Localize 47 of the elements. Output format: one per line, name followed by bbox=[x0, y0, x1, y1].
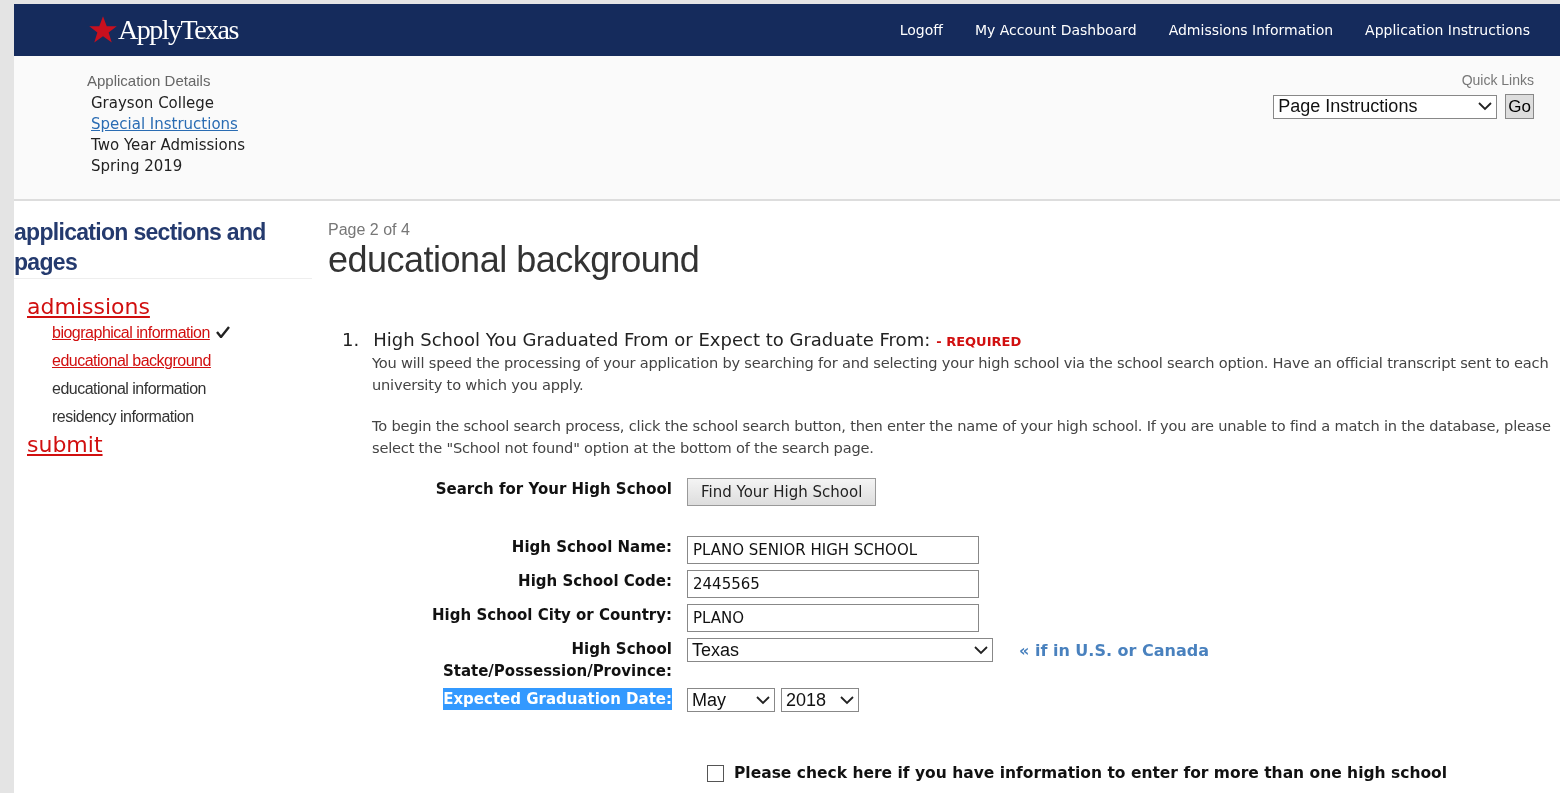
applytexas-logo[interactable]: ApplyTexas bbox=[88, 14, 238, 46]
page-item: educational information bbox=[52, 380, 206, 397]
question-number: 1. bbox=[342, 329, 360, 350]
page-counter: Page 2 of 4 bbox=[328, 221, 411, 239]
find-school-button[interactable]: Find Your High School bbox=[687, 478, 877, 506]
section-link[interactable]: admissions bbox=[27, 294, 150, 319]
state-select[interactable]: Texas bbox=[687, 638, 993, 662]
nav-link[interactable]: Application Instructions bbox=[1365, 22, 1530, 38]
required-text: - REQUIRED bbox=[936, 334, 1022, 349]
nav-link[interactable]: Logoff bbox=[899, 22, 943, 38]
field-label: High School State/Possession/Province: bbox=[441, 639, 672, 682]
field-label: Expected Graduation Date: bbox=[443, 688, 672, 710]
checkbox[interactable] bbox=[707, 764, 724, 782]
field-label: High School Code: bbox=[518, 571, 672, 592]
checkbox-label: Please check here if you have information to enter for more than one high school bbox=[734, 764, 1448, 782]
details-text: Two Year Admissions bbox=[91, 136, 245, 154]
nav-link[interactable]: My Account Dashboard bbox=[974, 22, 1137, 38]
section-link[interactable]: submit bbox=[27, 432, 103, 457]
question-text: High School You Graduated From or Expect to Graduate From: - REQUIRED bbox=[373, 329, 1022, 350]
page-item: residency information bbox=[52, 408, 194, 425]
field-label: High School Name: bbox=[511, 537, 672, 558]
quick-links-label: Quick Links bbox=[1461, 72, 1534, 88]
details-text: Spring 2019 bbox=[91, 157, 184, 175]
year-select[interactable]: 2018 bbox=[781, 688, 859, 712]
field-label: Search for Your High School bbox=[435, 479, 672, 500]
page-link[interactable]: educational background bbox=[52, 352, 211, 369]
instruction-text: You will speed the processing of your application by searching for and selecting your high school via the school search option. Have an official transcript sent to each university to which you apply. bbox=[372, 353, 1550, 395]
page-link[interactable]: biographical information bbox=[52, 324, 210, 341]
details-text: Grayson College bbox=[91, 94, 216, 112]
text-input[interactable]: 2445565 bbox=[687, 570, 979, 598]
text-input[interactable]: PLANO bbox=[687, 604, 979, 632]
details-title: Application Details bbox=[87, 72, 212, 89]
chevron-down-icon bbox=[840, 695, 854, 705]
instruction-text: To begin the school search process, click the school search button, then enter the name of your high school. If you are unable to find a match in the database, please select the "School not found" option at the bottom of the search page. bbox=[372, 416, 1552, 458]
chevron-down-icon bbox=[974, 645, 988, 655]
go-button[interactable]: Go bbox=[1505, 94, 1534, 119]
chevron-down-icon bbox=[1478, 102, 1493, 111]
hint-text: « if in U.S. or Canada bbox=[1019, 640, 1210, 660]
sidebar-title: application sections and pages bbox=[14, 217, 312, 279]
quick-links-select[interactable]: Page Instructions bbox=[1273, 94, 1498, 119]
page-title: educational background bbox=[328, 239, 701, 281]
details-link[interactable]: Special Instructions bbox=[91, 115, 245, 133]
nav-link[interactable]: Admissions Information bbox=[1168, 22, 1334, 38]
month-select[interactable]: May bbox=[687, 688, 775, 712]
field-label: High School City or Country: bbox=[432, 605, 672, 626]
chevron-down-icon bbox=[756, 695, 770, 705]
text-input[interactable]: PLANO SENIOR HIGH SCHOOL bbox=[687, 536, 979, 564]
